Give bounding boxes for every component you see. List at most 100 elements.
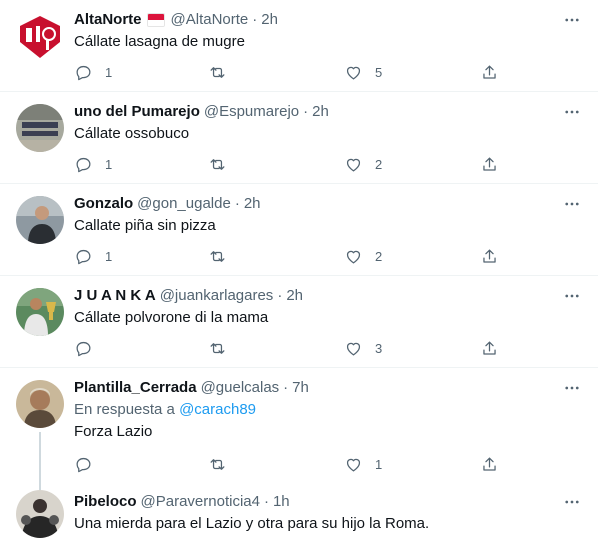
tweet-text: Cállate polvorone di la mama — [74, 309, 269, 326]
tweet[interactable]: AltaNorte @AltaNorte · 2h Cállate lasagn… — [0, 0, 598, 92]
separator: · — [252, 11, 258, 28]
like-button[interactable]: 2 — [344, 154, 382, 174]
reply-icon — [76, 341, 91, 356]
reply-button[interactable]: 1 — [74, 154, 112, 174]
author-handle[interactable]: @juankarlagares — [160, 286, 274, 306]
author-handle[interactable]: @Paravernoticia4 — [141, 492, 260, 512]
retweet-icon — [210, 342, 225, 354]
avatar[interactable] — [16, 490, 64, 538]
tweet-text: Cállate ossobuco — [74, 125, 190, 142]
more-options-button[interactable] — [562, 10, 582, 30]
reply-target-link[interactable]: @carach89 — [179, 401, 256, 418]
avatar[interactable] — [16, 288, 64, 336]
timestamp[interactable]: 2h — [244, 194, 261, 214]
like-count: 2 — [375, 156, 383, 172]
timestamp[interactable]: 2h — [261, 10, 278, 30]
more-options-button[interactable] — [562, 286, 582, 306]
more-icon — [565, 386, 579, 390]
share-button[interactable] — [480, 246, 499, 266]
more-icon — [565, 110, 579, 114]
reply-button[interactable]: 1 — [74, 246, 112, 266]
tweet[interactable]: Plantilla_Cerrada @guelcalas · 7h En res… — [0, 368, 598, 484]
author-name[interactable]: Pibeloco — [74, 492, 137, 512]
reply-button[interactable]: 1 — [74, 62, 112, 82]
reply-context: En respuesta a @carach89 — [74, 400, 582, 420]
tweet-text: Forza Lazio — [74, 423, 153, 440]
more-icon — [565, 18, 579, 22]
author-name[interactable]: Plantilla_Cerrada — [74, 378, 197, 398]
share-button[interactable] — [480, 154, 499, 174]
heart-icon — [346, 342, 361, 355]
like-count: 5 — [375, 64, 383, 80]
heart-icon — [346, 458, 361, 471]
heart-icon — [346, 158, 361, 171]
author-name[interactable]: J U A N K A — [74, 286, 156, 306]
separator: · — [234, 195, 240, 212]
more-options-button[interactable] — [562, 378, 582, 398]
share-button[interactable] — [480, 454, 499, 474]
author-name[interactable]: uno del Pumarejo — [74, 102, 200, 122]
reply-icon — [76, 157, 91, 172]
author-handle[interactable]: @gon_ugalde — [137, 194, 231, 214]
like-count: 1 — [375, 456, 383, 472]
heart-icon — [346, 66, 361, 79]
share-icon — [483, 341, 496, 355]
heart-icon — [346, 250, 361, 263]
retweet-button[interactable] — [208, 454, 227, 474]
tweet[interactable]: uno del Pumarejo @Espumarejo · 2h Cállat… — [0, 92, 598, 184]
reply-count: 1 — [105, 248, 113, 264]
retweet-button[interactable] — [208, 62, 227, 82]
reply-button[interactable] — [74, 338, 105, 358]
retweet-icon — [210, 250, 225, 262]
share-button[interactable] — [480, 338, 499, 358]
share-button[interactable] — [480, 62, 499, 82]
like-button[interactable]: 2 — [344, 246, 382, 266]
share-icon — [483, 457, 496, 471]
tweet-text: Callate piña sin pizza — [74, 217, 216, 234]
separator: · — [303, 103, 309, 120]
thread-line — [39, 432, 41, 484]
author-handle[interactable]: @Espumarejo — [204, 102, 299, 122]
avatar[interactable] — [16, 196, 64, 244]
like-button[interactable]: 5 — [344, 62, 382, 82]
like-count: 3 — [375, 340, 383, 356]
reply-count: 1 — [105, 64, 113, 80]
author-handle[interactable]: @AltaNorte — [171, 10, 249, 30]
more-options-button[interactable] — [562, 492, 582, 512]
more-icon — [565, 294, 579, 298]
timestamp[interactable]: 7h — [292, 378, 309, 398]
separator: · — [283, 379, 289, 396]
retweet-icon — [210, 158, 225, 170]
reply-button[interactable] — [74, 454, 105, 474]
author-name[interactable]: Gonzalo — [74, 194, 133, 214]
tweet-text: Una mierda para el Lazio y otra para su … — [74, 515, 430, 532]
more-icon — [565, 202, 579, 206]
author-handle[interactable]: @guelcalas — [201, 378, 280, 398]
more-options-button[interactable] — [562, 102, 582, 122]
timestamp[interactable]: 1h — [273, 492, 290, 512]
separator: · — [277, 287, 283, 304]
separator: · — [263, 493, 269, 510]
timestamp[interactable]: 2h — [286, 286, 303, 306]
retweet-button[interactable] — [208, 338, 227, 358]
author-name[interactable]: AltaNorte — [74, 10, 142, 30]
reply-icon — [76, 65, 91, 80]
poland-flag-icon — [146, 13, 165, 27]
retweet-button[interactable] — [208, 154, 227, 174]
reply-icon — [76, 249, 91, 264]
like-button[interactable]: 3 — [344, 338, 382, 358]
tweet[interactable]: Pibeloco @Paravernoticia4 · 1h Una mierd… — [0, 484, 598, 539]
more-icon — [565, 500, 579, 504]
avatar[interactable] — [16, 12, 64, 60]
tweet[interactable]: Gonzalo @gon_ugalde · 2h Callate piña si… — [0, 184, 598, 276]
share-icon — [483, 157, 496, 171]
retweet-button[interactable] — [208, 246, 227, 266]
timestamp[interactable]: 2h — [312, 102, 329, 122]
reply-prefix: En respuesta a — [74, 401, 175, 418]
avatar[interactable] — [16, 104, 64, 152]
avatar[interactable] — [16, 380, 64, 428]
tweet[interactable]: J U A N K A @juankarlagares · 2h Cállate… — [0, 276, 598, 368]
reply-icon — [76, 457, 91, 472]
like-button[interactable]: 1 — [344, 454, 382, 474]
more-options-button[interactable] — [562, 194, 582, 214]
